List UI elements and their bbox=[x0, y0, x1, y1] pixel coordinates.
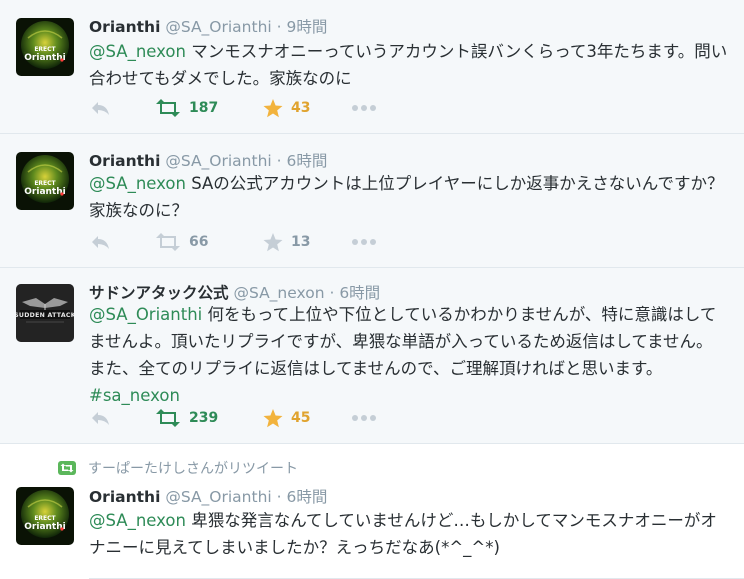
reply-icon bbox=[92, 236, 109, 249]
user-name[interactable]: サドンアタック公式 bbox=[89, 284, 229, 302]
favorite-count: 45 bbox=[291, 410, 311, 426]
mention-link[interactable]: @SA_nexon bbox=[89, 42, 186, 61]
tweet[interactable]: ERECT Orianthi Orianthi @SA_Orianthi · 9… bbox=[0, 0, 744, 134]
timestamp[interactable]: · 6時間 bbox=[277, 152, 328, 170]
tweet-header: Orianthi @SA_Orianthi · 9時間 bbox=[89, 15, 327, 37]
tweet-text: @SA_Orianthi 何をもって上位や下位としているかわかりませんが、特に意… bbox=[89, 301, 729, 409]
retweet-count: 239 bbox=[189, 410, 219, 426]
retweet-icon bbox=[58, 461, 76, 475]
mention-link[interactable]: @SA_nexon bbox=[89, 174, 186, 193]
reply-button[interactable] bbox=[89, 98, 111, 118]
mention-link[interactable]: @SA_Orianthi bbox=[89, 305, 202, 324]
timestamp[interactable]: · 6時間 bbox=[277, 488, 328, 506]
more-button[interactable] bbox=[351, 98, 377, 118]
tweet-actions: 187 43 bbox=[89, 98, 389, 118]
user-handle[interactable]: @SA_nexon bbox=[233, 284, 324, 302]
retweet-button[interactable]: 66 bbox=[155, 232, 208, 252]
svg-text:Orianthi: Orianthi bbox=[24, 53, 65, 63]
favorite-count: 13 bbox=[291, 234, 311, 250]
star-icon bbox=[263, 98, 283, 117]
reply-icon bbox=[92, 412, 109, 425]
user-name[interactable]: Orianthi bbox=[89, 488, 160, 506]
tweet-header: Orianthi @SA_Orianthi · 6時間 bbox=[89, 149, 327, 171]
retweet-icon bbox=[156, 99, 180, 117]
tweet[interactable]: ERECT Orianthi Orianthi @SA_Orianthi · 6… bbox=[0, 134, 744, 268]
more-icon bbox=[352, 415, 376, 421]
star-icon bbox=[263, 408, 283, 427]
retweet-count: 66 bbox=[189, 234, 209, 250]
favorite-button[interactable]: 43 bbox=[263, 98, 310, 118]
more-button[interactable] bbox=[351, 408, 377, 428]
retweet-button[interactable]: 239 bbox=[155, 408, 218, 428]
retweeted-by-label: すーぱーたけしさんがリツイート bbox=[88, 461, 298, 477]
tweet-text: @SA_nexon マンモスナオニーっていうアカウント誤バンくらって3年たちます… bbox=[89, 38, 729, 92]
retweet-button[interactable]: 187 bbox=[155, 98, 218, 118]
svg-text:Orianthi: Orianthi bbox=[24, 522, 65, 532]
tweet[interactable]: すーぱーたけしさんがリツイート ERECT Orianthi Orianthi … bbox=[0, 444, 744, 579]
reply-icon bbox=[92, 102, 109, 115]
user-handle[interactable]: @SA_Orianthi bbox=[165, 152, 271, 170]
favorite-button[interactable]: 13 bbox=[263, 232, 310, 252]
svg-text:ERECT: ERECT bbox=[34, 515, 56, 522]
user-name[interactable]: Orianthi bbox=[89, 152, 160, 170]
timeline: ERECT Orianthi Orianthi @SA_Orianthi · 9… bbox=[0, 0, 744, 579]
mention-link[interactable]: @SA_nexon bbox=[89, 511, 186, 530]
more-icon bbox=[352, 105, 376, 111]
retweet-context[interactable]: すーぱーたけしさんがリツイート bbox=[58, 458, 298, 478]
favorite-button[interactable]: 45 bbox=[263, 408, 310, 428]
reply-button[interactable] bbox=[89, 232, 111, 252]
tweet-header: Orianthi @SA_Orianthi · 6時間 bbox=[89, 485, 327, 507]
user-handle[interactable]: @SA_Orianthi bbox=[165, 488, 271, 506]
user-name[interactable]: Orianthi bbox=[89, 18, 160, 36]
more-icon bbox=[352, 239, 376, 245]
tweet-actions: 66 13 bbox=[89, 232, 389, 252]
hashtag-link[interactable]: #sa_nexon bbox=[89, 386, 180, 405]
reply-button[interactable] bbox=[89, 408, 111, 428]
svg-text:Orianthi: Orianthi bbox=[24, 187, 65, 197]
tweet[interactable]: SUDDEN ATTACK サドンアタック公式 @SA_nexon · 6時間 … bbox=[0, 268, 744, 444]
tweet-header: サドンアタック公式 @SA_nexon · 6時間 bbox=[89, 281, 380, 303]
tweet-text: @SA_nexon 卑猥な発言なんてしていませんけど…もしかしてマンモスナオニー… bbox=[89, 507, 729, 561]
avatar[interactable]: SUDDEN ATTACK bbox=[16, 284, 74, 342]
star-icon bbox=[263, 232, 283, 251]
svg-text:ERECT: ERECT bbox=[34, 180, 56, 187]
avatar[interactable]: ERECT Orianthi bbox=[16, 487, 74, 545]
avatar[interactable]: ERECT Orianthi bbox=[16, 152, 74, 210]
retweet-icon bbox=[156, 409, 180, 427]
tweet-actions: 239 45 bbox=[89, 408, 389, 428]
retweet-icon bbox=[156, 233, 180, 251]
more-button[interactable] bbox=[351, 232, 377, 252]
svg-text:SUDDEN ATTACK: SUDDEN ATTACK bbox=[16, 312, 74, 319]
retweet-count: 187 bbox=[189, 100, 219, 116]
avatar[interactable]: ERECT Orianthi bbox=[16, 18, 74, 76]
timestamp[interactable]: · 6時間 bbox=[329, 284, 380, 302]
tweet-text: @SA_nexon SAの公式アカウントは上位プレイヤーにしか返事かえさないんで… bbox=[89, 170, 729, 224]
svg-text:ERECT: ERECT bbox=[34, 46, 56, 53]
user-handle[interactable]: @SA_Orianthi bbox=[165, 18, 271, 36]
timestamp[interactable]: · 9時間 bbox=[277, 18, 328, 36]
favorite-count: 43 bbox=[291, 100, 311, 116]
